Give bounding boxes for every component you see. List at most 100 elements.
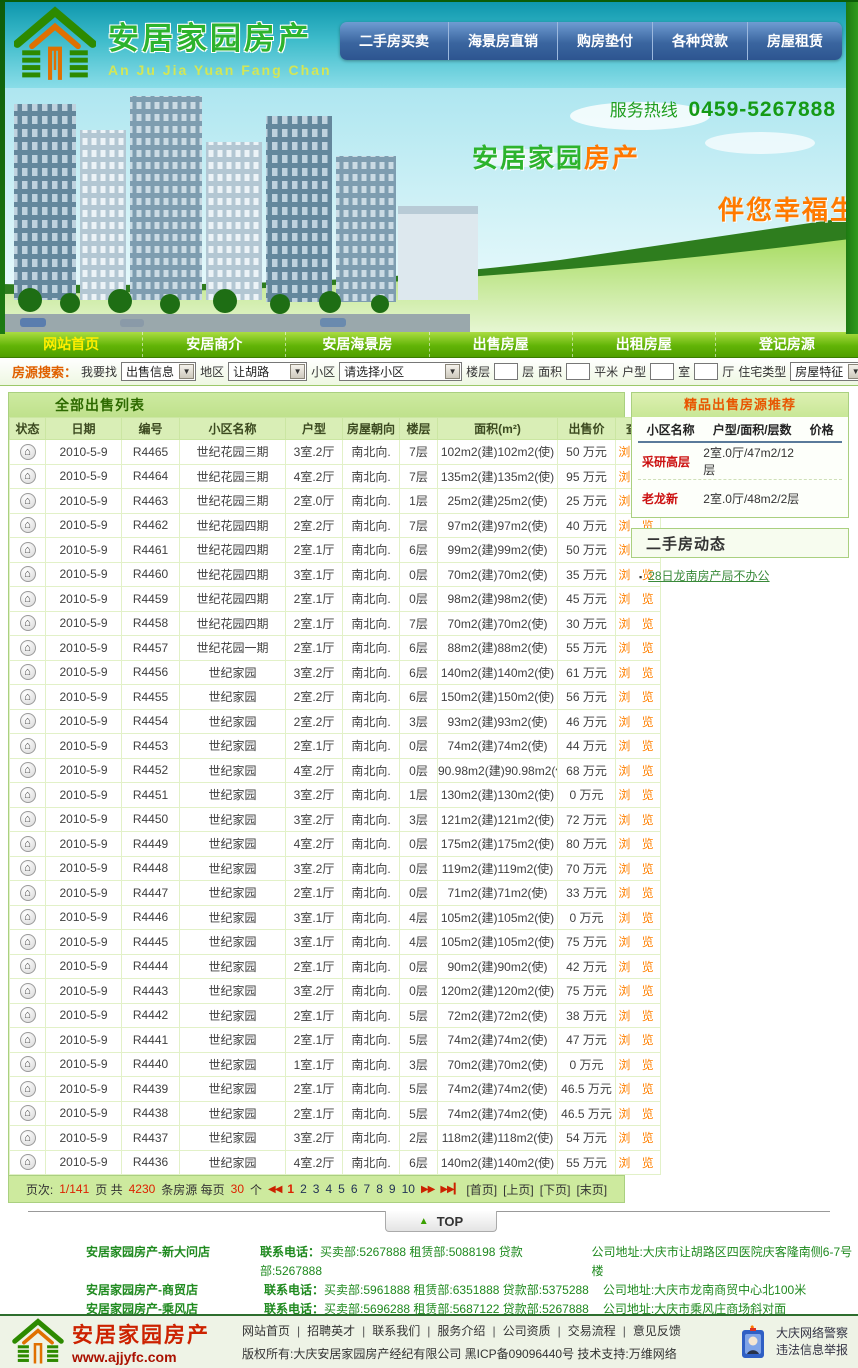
cell-community: 世纪家园: [180, 1077, 286, 1102]
house-status-icon: ⌂: [20, 713, 36, 729]
recommend-row[interactable]: 采研高层2室.0厅/47m2/12层: [638, 443, 842, 480]
mainnav-item[interactable]: 出租房屋: [572, 332, 715, 357]
page-number[interactable]: 9: [389, 1182, 396, 1196]
halls-input[interactable]: [694, 363, 718, 380]
cell-date: 2010-5-9: [46, 636, 122, 661]
recommend-box: 精品出售房源推荐 小区名称 户型/面积/层数 价格 采研高层2室.0厅/47m2…: [631, 392, 849, 518]
page-number[interactable]: 1: [287, 1182, 294, 1196]
house-status-icon: ⌂: [20, 1056, 36, 1072]
rooms-input[interactable]: [650, 363, 674, 380]
page-number[interactable]: 10: [402, 1182, 415, 1196]
mainnav-item[interactable]: 出售房屋: [429, 332, 572, 357]
page-number[interactable]: 4: [325, 1182, 332, 1196]
floor-input[interactable]: [494, 363, 518, 380]
topnav-item[interactable]: 海景房直销: [448, 22, 557, 60]
mainnav-item[interactable]: 安居商介: [142, 332, 285, 357]
pagination-link[interactable]: [上页]: [503, 1181, 534, 1198]
table-row: ⌂2010-5-9R4453世纪家园2室.1厅南北向.0层74m2(建)74m2…: [10, 734, 661, 759]
cell-id: R4462: [122, 513, 180, 538]
topnav-item[interactable]: 各种贷款: [652, 22, 747, 60]
cell-floor: 5层: [400, 1077, 438, 1102]
mainnav-item[interactable]: 网站首页: [0, 332, 142, 357]
footer-link[interactable]: 招聘英才: [307, 1324, 355, 1338]
site-subtitle: An Ju Jia Yuan Fang Chan: [108, 62, 332, 78]
cell-status: ⌂: [10, 758, 46, 783]
back-to-top-button[interactable]: ▲ TOP: [385, 1211, 497, 1232]
page-number[interactable]: 6: [351, 1182, 358, 1196]
top-header: 安居家园房产 An Ju Jia Yuan Fang Chan 二手房买卖海景房…: [0, 0, 858, 88]
topnav-item[interactable]: 购房垫付: [557, 22, 652, 60]
store-line: 安居家园房产-新大问店联系电话：买卖部:5267888 租赁部:5088198 …: [86, 1243, 858, 1281]
link-separator: |: [427, 1324, 430, 1338]
news-link[interactable]: 28日龙南房产局不办公: [648, 569, 769, 583]
page-number[interactable]: 3: [313, 1182, 320, 1196]
cell-id: R4459: [122, 587, 180, 612]
topnav-item[interactable]: 房屋租赁: [747, 22, 842, 60]
footer-link[interactable]: 联系我们: [372, 1324, 420, 1338]
footer-link[interactable]: 交易流程: [568, 1324, 616, 1338]
area-input[interactable]: [566, 363, 590, 380]
cell-date: 2010-5-9: [46, 979, 122, 1004]
cell-floor: 5层: [400, 1101, 438, 1126]
footer-url[interactable]: www.ajjyfc.com: [72, 1349, 210, 1365]
mainnav-item[interactable]: 登记房源: [715, 332, 858, 357]
cell-community: 世纪家园: [180, 685, 286, 710]
footer-link[interactable]: 网站首页: [242, 1324, 290, 1338]
police-text[interactable]: 大庆网络警察 违法信息举报: [776, 1325, 848, 1359]
cell-layout: 4室.2厅: [286, 832, 343, 857]
cell-orientation: 南北向.: [343, 979, 400, 1004]
cell-status: ⌂: [10, 954, 46, 979]
footer-link[interactable]: 公司资质: [503, 1324, 551, 1338]
page-number[interactable]: 2: [300, 1182, 307, 1196]
district-select[interactable]: 让胡路 ▼: [228, 362, 307, 381]
cell-area: 74m2(建)74m2(使): [438, 734, 558, 759]
cell-status: ⌂: [10, 685, 46, 710]
cell-date: 2010-5-9: [46, 685, 122, 710]
pagination-link[interactable]: [首页]: [466, 1181, 497, 1198]
house-status-icon: ⌂: [20, 787, 36, 803]
community-select[interactable]: 请选择小区 ▼: [339, 362, 462, 381]
cell-date: 2010-5-9: [46, 758, 122, 783]
cell-price: 75 万元: [558, 979, 616, 1004]
service-hotline: 服务热线 0459-5267888: [610, 96, 836, 122]
footer-link[interactable]: 意见反馈: [633, 1324, 681, 1338]
table-row: ⌂2010-5-9R4465世纪花园三期3室.2厅南北向.7层102m2(建)1…: [10, 440, 661, 465]
cell-date: 2010-5-9: [46, 464, 122, 489]
next-jump-arrow[interactable]: ▶▶: [421, 1184, 434, 1195]
cell-status: ⌂: [10, 783, 46, 808]
house-logo-icon: [14, 6, 96, 84]
last-page-arrow[interactable]: ▶▶▎: [440, 1184, 460, 1195]
footer-link[interactable]: 服务介绍: [437, 1324, 485, 1338]
cell-status: ⌂: [10, 587, 46, 612]
find-select[interactable]: 出售信息 ▼: [121, 362, 196, 381]
cell-floor: 3层: [400, 807, 438, 832]
column-header: 状态: [10, 418, 46, 440]
store-name: 安居家园房产-新大问店: [86, 1243, 260, 1281]
cell-date: 2010-5-9: [46, 856, 122, 881]
cell-layout: 2室.0厅: [286, 489, 343, 514]
table-row: ⌂2010-5-9R4446世纪家园3室.1厅南北向.4层105m2(建)105…: [10, 905, 661, 930]
page-number[interactable]: 5: [338, 1182, 345, 1196]
table-row: ⌂2010-5-9R4438世纪家园2室.1厅南北向.5层74m2(建)74m2…: [10, 1101, 661, 1126]
cell-orientation: 南北向.: [343, 685, 400, 710]
cell-community: 世纪家园: [180, 734, 286, 759]
feature-select[interactable]: 房屋特征 ▼: [790, 362, 858, 381]
first-page-arrow[interactable]: ◀◀: [268, 1184, 281, 1195]
recommend-community: 老龙新: [638, 490, 703, 507]
pagination-link[interactable]: [下页]: [540, 1181, 571, 1198]
mainnav-item[interactable]: 安居海景房: [285, 332, 428, 357]
page-number[interactable]: 7: [364, 1182, 371, 1196]
topnav-item[interactable]: 二手房买卖: [340, 22, 448, 60]
pagination-link[interactable]: [末页]: [576, 1181, 607, 1198]
cell-id: R4452: [122, 758, 180, 783]
page-number[interactable]: 8: [376, 1182, 383, 1196]
cell-price: 55 万元: [558, 636, 616, 661]
recommend-row[interactable]: 老龙新2室.0厅/48m2/2层: [638, 480, 842, 517]
cell-id: R4449: [122, 832, 180, 857]
cell-price: 35 万元: [558, 562, 616, 587]
cell-status: ⌂: [10, 1003, 46, 1028]
cell-floor: 0层: [400, 954, 438, 979]
cell-status: ⌂: [10, 881, 46, 906]
footer: 安居家园房产 www.ajjyfc.com 网站首页|招聘英才|联系我们|服务介…: [0, 1314, 858, 1368]
cell-id: R4450: [122, 807, 180, 832]
